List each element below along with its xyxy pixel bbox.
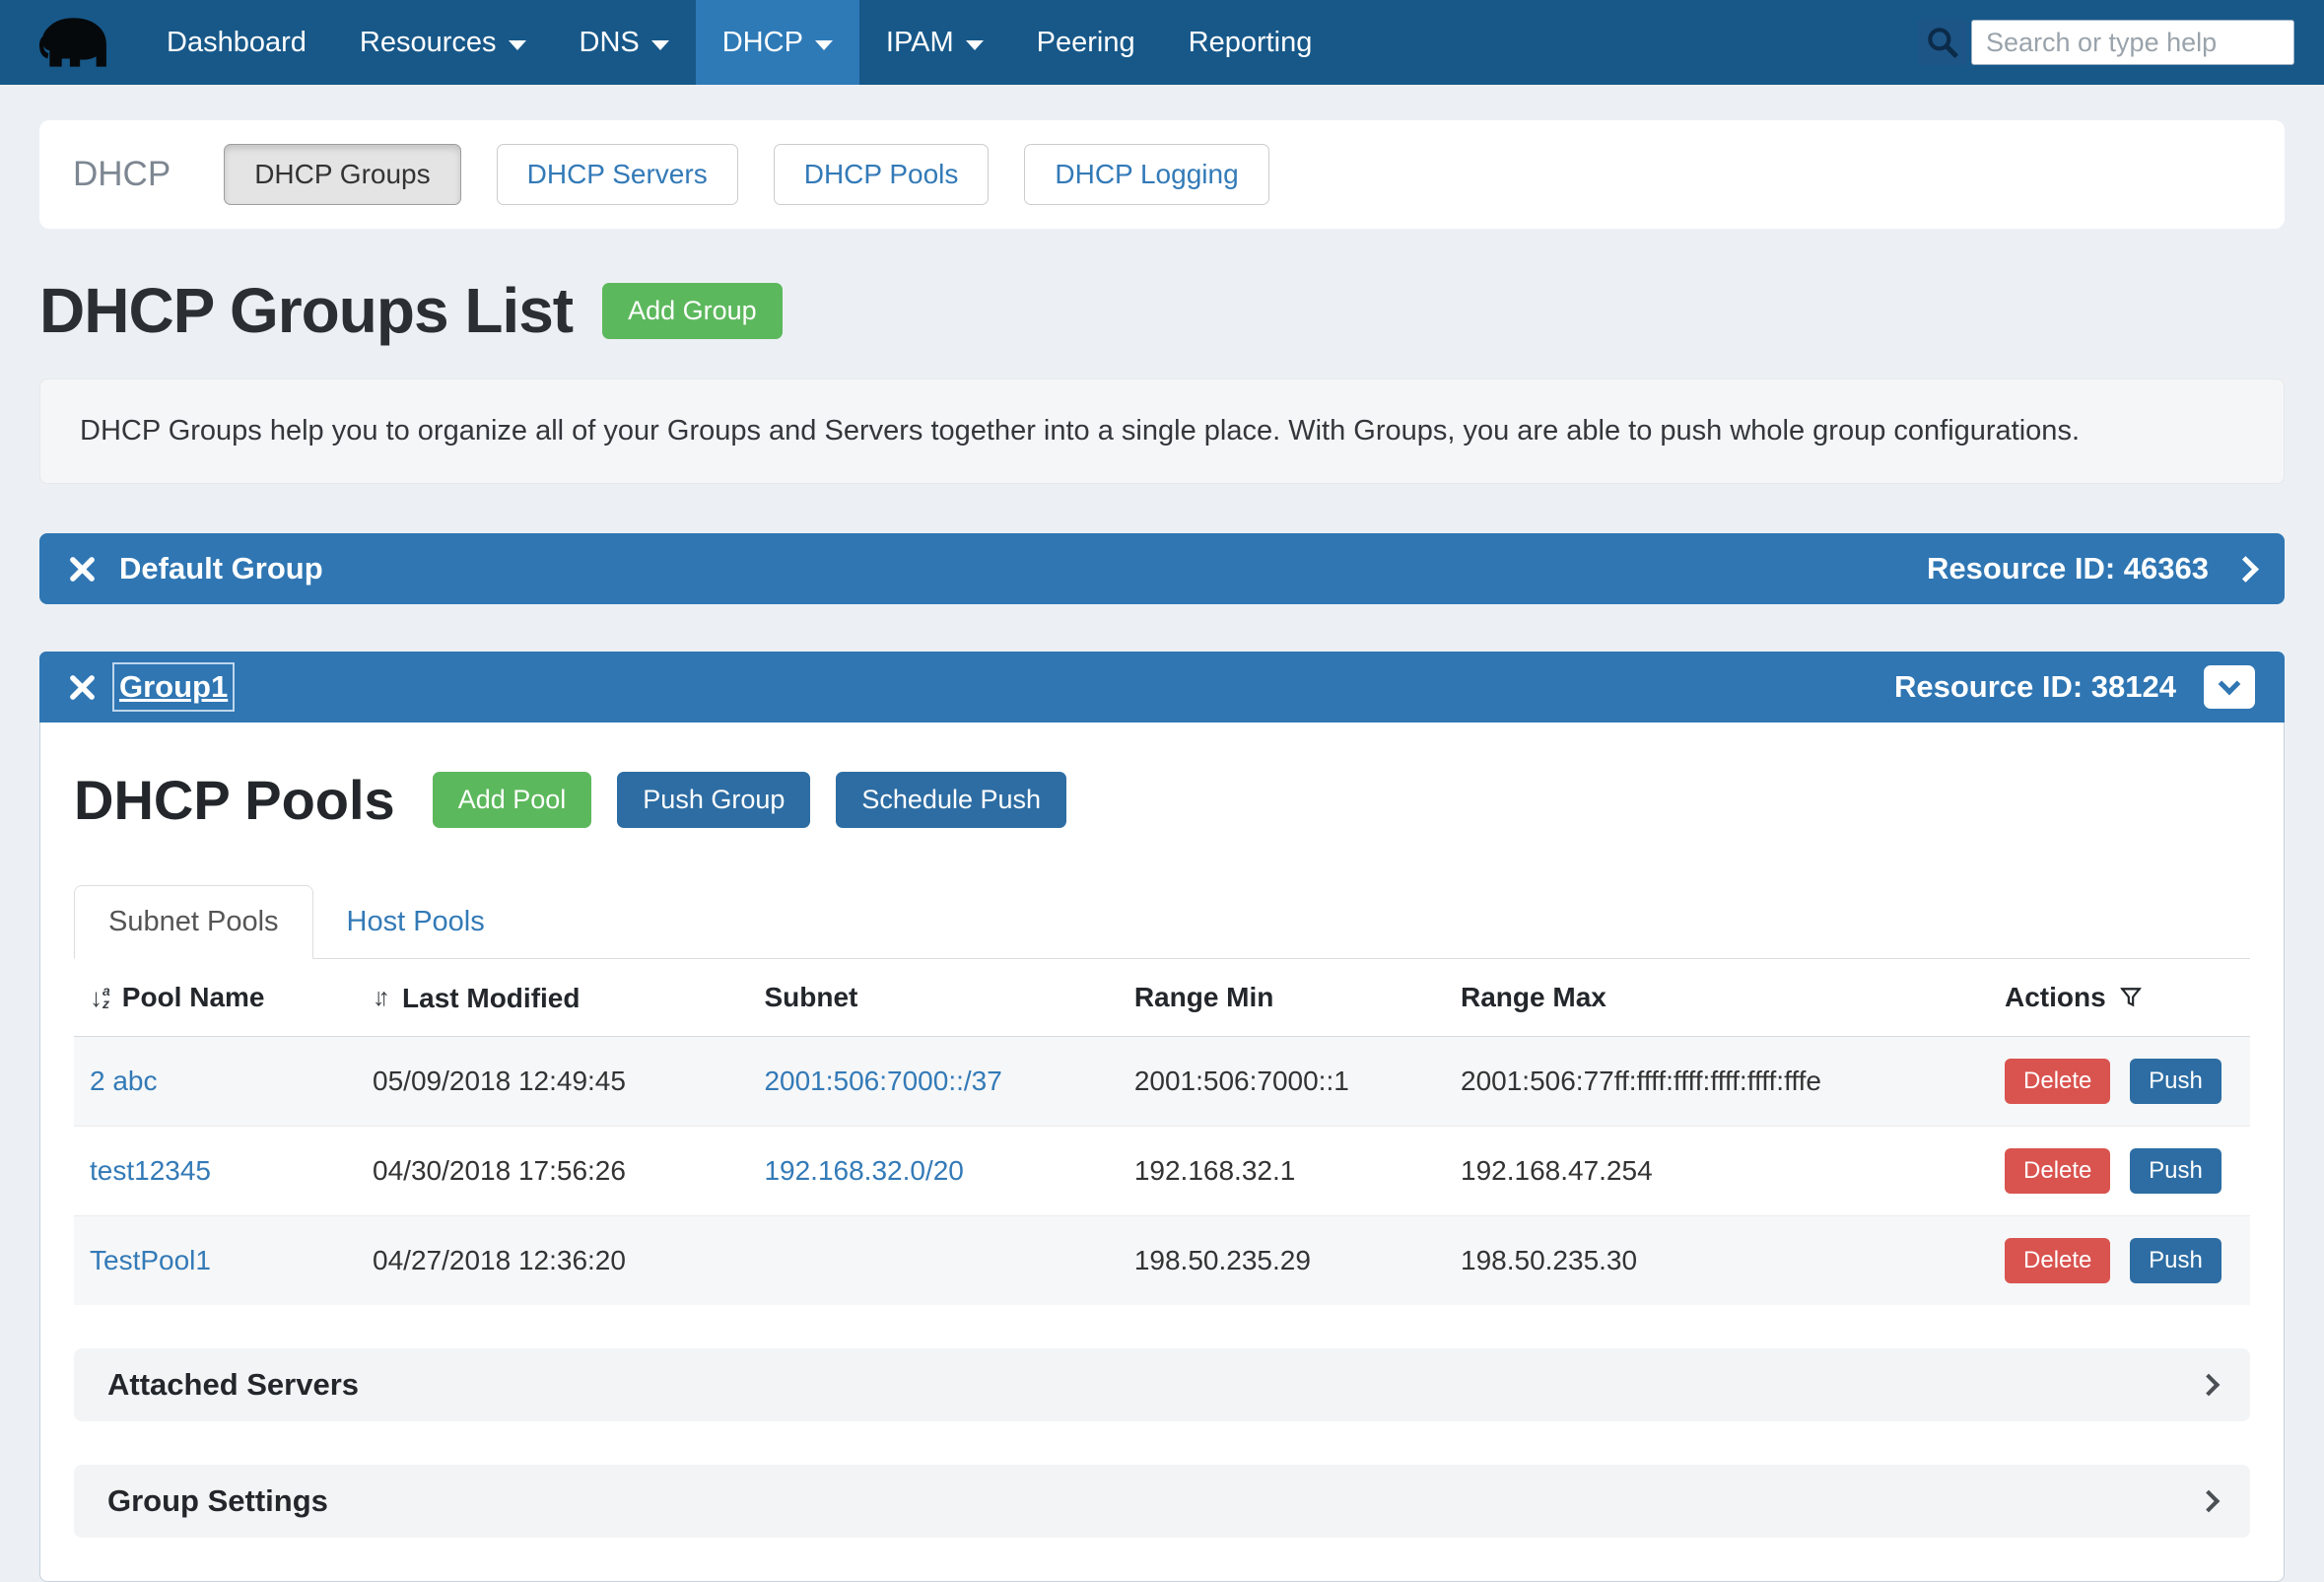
- nav-item-label: DHCP: [722, 27, 803, 59]
- col-subnet: Subnet: [748, 959, 1118, 1036]
- nav-item-peering[interactable]: Peering: [1010, 0, 1162, 85]
- nav-item-dashboard[interactable]: Dashboard: [140, 0, 333, 85]
- remove-group-icon[interactable]: [69, 674, 96, 701]
- push-button[interactable]: Push: [2130, 1059, 2221, 1104]
- search-input[interactable]: [1971, 20, 2294, 65]
- group-bar-group1[interactable]: Group1 Resource ID: 38124: [39, 652, 2285, 722]
- chevron-down-icon: [815, 40, 833, 50]
- col-range-min: Range Min: [1119, 959, 1445, 1036]
- range-min-cell: 2001:506:7000::1: [1119, 1036, 1445, 1126]
- nav-item-label: Dashboard: [167, 27, 307, 59]
- last-modified-cell: 05/09/2018 12:49:45: [357, 1036, 748, 1126]
- tab-dhcp-pools[interactable]: DHCP Pools: [774, 144, 990, 205]
- accordion-label: Group Settings: [107, 1483, 328, 1519]
- search-icon[interactable]: [1918, 20, 1967, 65]
- chevron-down-icon: [966, 40, 984, 50]
- nav-item-label: Peering: [1037, 27, 1135, 59]
- range-max-cell: 2001:506:77ff:ffff:ffff:ffff:ffff:fffe: [1445, 1036, 1989, 1126]
- range-min-cell: 198.50.235.29: [1119, 1215, 1445, 1305]
- range-min-cell: 192.168.32.1: [1119, 1126, 1445, 1215]
- tab-host-pools[interactable]: Host Pools: [313, 886, 518, 958]
- nav-item-reporting[interactable]: Reporting: [1162, 0, 1339, 85]
- sort-alpha-icon[interactable]: ↓az: [90, 985, 110, 1010]
- group-name: Default Group: [119, 551, 323, 586]
- col-last-modified[interactable]: ↓↑ Last Modified: [357, 959, 748, 1036]
- pool-name-link[interactable]: 2 abc: [90, 1066, 158, 1096]
- pools-title: DHCP Pools: [74, 768, 395, 832]
- accordion-attached-servers[interactable]: Attached Servers: [74, 1348, 2250, 1421]
- accordion-label: Attached Servers: [107, 1367, 359, 1403]
- add-group-button[interactable]: Add Group: [602, 283, 783, 339]
- page-title: DHCP Groups List: [39, 274, 573, 347]
- delete-button[interactable]: Delete: [2005, 1148, 2110, 1194]
- subnet-link[interactable]: 2001:506:7000::/37: [764, 1066, 1001, 1096]
- chevron-right-icon: [2198, 1489, 2221, 1512]
- nav-item-label: DNS: [580, 27, 640, 59]
- sort-icon[interactable]: ↓↑: [373, 984, 390, 1012]
- add-pool-button[interactable]: Add Pool: [433, 772, 592, 828]
- tab-dhcp-logging[interactable]: DHCP Logging: [1024, 144, 1268, 205]
- brand-logo[interactable]: [0, 0, 140, 85]
- tab-dhcp-servers[interactable]: DHCP Servers: [497, 144, 738, 205]
- push-group-button[interactable]: Push Group: [617, 772, 810, 828]
- delete-button[interactable]: Delete: [2005, 1059, 2110, 1104]
- page-description: DHCP Groups help you to organize all of …: [39, 378, 2285, 484]
- group-panel-body: DHCP Pools Add Pool Push Group Schedule …: [40, 722, 2284, 1581]
- dhcp-subnav: DHCP DHCP Groups DHCP Servers DHCP Pools…: [39, 120, 2285, 229]
- nav-item-dhcp[interactable]: DHCP: [696, 0, 859, 85]
- global-search: [1918, 0, 2324, 85]
- table-row: test12345 04/30/2018 17:56:26 192.168.32…: [74, 1126, 2250, 1215]
- table-row: TestPool1 04/27/2018 12:36:20 198.50.235…: [74, 1215, 2250, 1305]
- chevron-right-icon[interactable]: [2232, 556, 2259, 583]
- range-max-cell: 192.168.47.254: [1445, 1126, 1989, 1215]
- pool-name-link[interactable]: test12345: [90, 1155, 211, 1186]
- push-button[interactable]: Push: [2130, 1238, 2221, 1283]
- table-row: 2 abc 05/09/2018 12:49:45 2001:506:7000:…: [74, 1036, 2250, 1126]
- group-panel-group1: Group1 Resource ID: 38124 DHCP Pools Add…: [39, 652, 2285, 1582]
- nav-item-label: Reporting: [1189, 27, 1313, 59]
- nav-item-dns[interactable]: DNS: [553, 0, 696, 85]
- col-actions: Actions: [1989, 959, 2250, 1036]
- resource-id: Resource ID: 46363: [1927, 551, 2209, 586]
- nav-item-resources[interactable]: Resources: [333, 0, 553, 85]
- pool-tabs: Subnet Pools Host Pools: [74, 885, 2250, 959]
- pool-name-link[interactable]: TestPool1: [90, 1245, 211, 1275]
- tab-subnet-pools[interactable]: Subnet Pools: [74, 885, 313, 959]
- nav-item-ipam[interactable]: IPAM: [859, 0, 1010, 85]
- tab-dhcp-groups[interactable]: DHCP Groups: [224, 144, 460, 205]
- nav-item-label: IPAM: [886, 27, 954, 59]
- page-header: DHCP Groups List Add Group: [39, 274, 2285, 347]
- push-button[interactable]: Push: [2130, 1148, 2221, 1194]
- filter-icon[interactable]: [2118, 985, 2144, 1010]
- nav-item-label: Resources: [360, 27, 497, 59]
- chevron-down-icon: [509, 40, 526, 50]
- accordion-group-settings[interactable]: Group Settings: [74, 1465, 2250, 1538]
- col-range-max: Range Max: [1445, 959, 1989, 1036]
- last-modified-cell: 04/30/2018 17:56:26: [357, 1126, 748, 1215]
- col-pool-name[interactable]: ↓az Pool Name: [74, 959, 357, 1036]
- group-bar-default-group[interactable]: Default Group Resource ID: 46363: [39, 533, 2285, 604]
- range-max-cell: 198.50.235.30: [1445, 1215, 1989, 1305]
- subnet-pools-table: ↓az Pool Name ↓↑ Last Modified Subnet Ra…: [74, 959, 2250, 1305]
- table-header-row: ↓az Pool Name ↓↑ Last Modified Subnet Ra…: [74, 959, 2250, 1036]
- subnet-link[interactable]: 192.168.32.0/20: [764, 1155, 963, 1186]
- collapse-toggle-icon[interactable]: [2204, 665, 2255, 709]
- top-navbar: Dashboard Resources DNS DHCP IPAM Peerin…: [0, 0, 2324, 85]
- schedule-push-button[interactable]: Schedule Push: [836, 772, 1066, 828]
- resource-id: Resource ID: 38124: [1894, 669, 2176, 705]
- delete-button[interactable]: Delete: [2005, 1238, 2110, 1283]
- group-name-link[interactable]: Group1: [119, 669, 228, 705]
- remove-group-icon[interactable]: [69, 556, 96, 583]
- chevron-down-icon: [651, 40, 669, 50]
- elephant-logo-icon: [37, 14, 110, 71]
- subnav-label: DHCP: [73, 155, 171, 194]
- last-modified-cell: 04/27/2018 12:36:20: [357, 1215, 748, 1305]
- chevron-right-icon: [2198, 1373, 2221, 1396]
- pools-header: DHCP Pools Add Pool Push Group Schedule …: [74, 768, 2250, 832]
